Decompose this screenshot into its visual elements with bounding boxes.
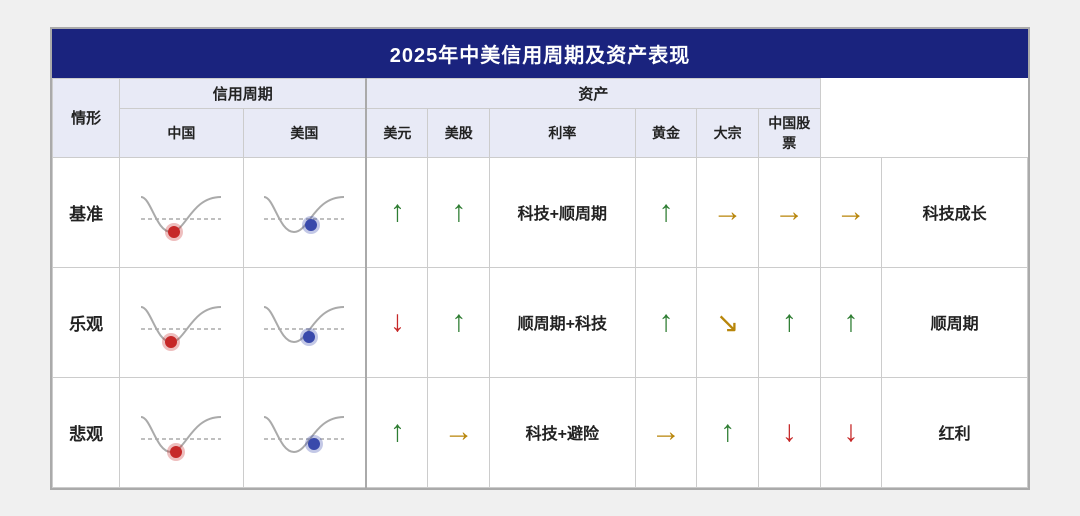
gold-arrow-1: ↘ (697, 267, 759, 377)
rate-arrow-0: ↑ (635, 157, 697, 267)
cn-stock-text-1: 顺周期 (882, 267, 1028, 377)
main-container: 2025年中美信用周期及资产表现 情形 信用周期 资产 中国 美国 美元 美股 … (50, 27, 1030, 490)
china-wave-2 (120, 377, 243, 487)
us-stock-arrow-0: ↑ (428, 157, 490, 267)
usa-wave-2 (243, 377, 366, 487)
us-stock-text-2: 科技+避险 (490, 377, 636, 487)
cn-stock-arrow-1: ↑ (820, 267, 882, 377)
cn-stock-arrow-2: ↓ (820, 377, 882, 487)
col-china: 中国 (120, 108, 243, 157)
col-usa: 美国 (243, 108, 366, 157)
table-row: 悲观 ↑ → 科技+避险 (53, 377, 1028, 487)
us-stock-arrow-2: → (428, 377, 490, 487)
usd-arrow-0: ↑ (366, 157, 428, 267)
col-us-stock: 美股 (428, 108, 490, 157)
us-stock-text-1: 顺周期+科技 (490, 267, 636, 377)
cn-stock-text-0: 科技成长 (882, 157, 1028, 267)
row-label-1: 乐观 (53, 267, 120, 377)
rate-arrow-2: → (635, 377, 697, 487)
page-title: 2025年中美信用周期及资产表现 (52, 29, 1028, 78)
usd-arrow-2: ↑ (366, 377, 428, 487)
header-main-row: 情形 信用周期 资产 (53, 78, 1028, 108)
cn-stock-arrow-0: → (820, 157, 882, 267)
commodity-arrow-0: → (758, 157, 820, 267)
china-wave-1 (120, 267, 243, 377)
gold-arrow-0: → (697, 157, 759, 267)
row-label-0: 基准 (53, 157, 120, 267)
col-rate: 利率 (490, 108, 636, 157)
usd-arrow-1: ↓ (366, 267, 428, 377)
cn-stock-text-2: 红利 (882, 377, 1028, 487)
us-stock-text-0: 科技+顺周期 (490, 157, 636, 267)
col-situation: 情形 (53, 78, 120, 157)
us-stock-arrow-1: ↑ (428, 267, 490, 377)
gold-arrow-2: ↑ (697, 377, 759, 487)
china-wave-0 (120, 157, 243, 267)
usa-wave-1 (243, 267, 366, 377)
table-row: 基准 ↑ ↑ 科技+顺周期 (53, 157, 1028, 267)
commodity-arrow-1: ↑ (758, 267, 820, 377)
col-usd: 美元 (366, 108, 428, 157)
usa-wave-0 (243, 157, 366, 267)
row-label-2: 悲观 (53, 377, 120, 487)
col-assets: 资产 (366, 78, 820, 108)
col-commodity: 大宗 (697, 108, 759, 157)
commodity-arrow-2: ↓ (758, 377, 820, 487)
col-gold: 黄金 (635, 108, 697, 157)
table-row: 乐观 ↓ ↑ 顺周期+科技 (53, 267, 1028, 377)
header-sub-row: 中国 美国 美元 美股 利率 黄金 大宗 中国股票 (53, 108, 1028, 157)
col-cn-stock: 中国股票 (758, 108, 820, 157)
col-credit-cycle: 信用周期 (120, 78, 367, 108)
rate-arrow-1: ↑ (635, 267, 697, 377)
